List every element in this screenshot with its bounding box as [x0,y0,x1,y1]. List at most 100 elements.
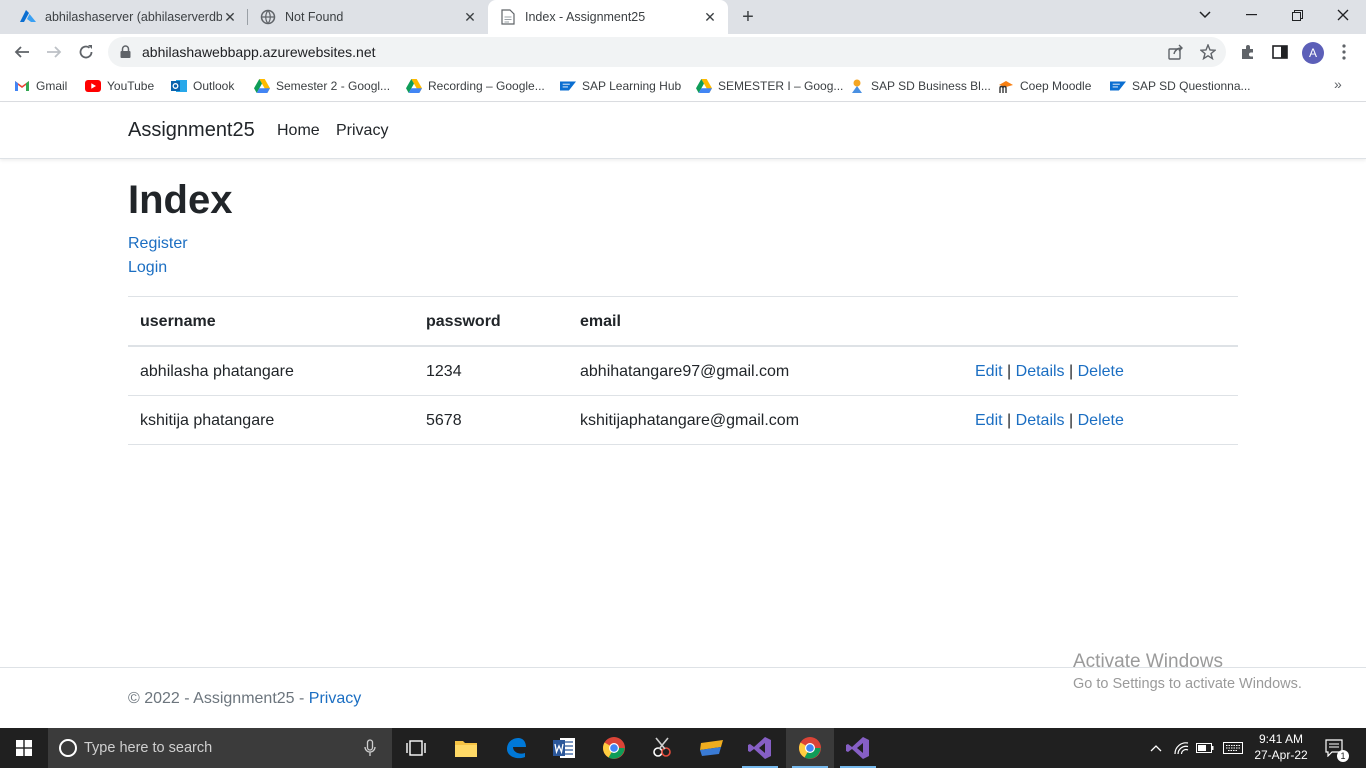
keyboard-icon[interactable] [1220,728,1246,768]
separator: | [1007,363,1016,380]
bookmark-coep-moodle[interactable]: Coep Moodle [998,76,1091,96]
search-placeholder: Type here to search [84,740,213,756]
page-title: Index [128,178,233,222]
table-header-row: username password email [128,297,1238,347]
profile-avatar[interactable]: A [1302,42,1324,64]
youtube-icon [85,78,101,94]
bookmark-gmail[interactable]: Gmail [14,76,67,96]
bookmark-label: SEMESTER I – Goog... [718,79,844,93]
gmail-icon [14,78,30,94]
row-actions: Edit | Details | Delete [975,363,1124,381]
show-hidden-icons-chevron-icon[interactable] [1146,728,1166,768]
forward-arrow-icon[interactable] [40,38,68,66]
bookmark-outlook[interactable]: Outlook [171,76,234,96]
bookmark-semester-2[interactable]: Semester 2 - Googl... [254,76,390,96]
delete-link[interactable]: Delete [1078,363,1124,380]
bookmark-star-icon[interactable] [1198,42,1218,62]
google-drive-icon [406,78,422,94]
site-brand[interactable]: Assignment25 [128,119,255,142]
tab-title: abhilashaserver (abhilaserverdbserver) [45,10,222,24]
edit-link[interactable]: Edit [975,412,1003,429]
bookmark-youtube[interactable]: YouTube [85,76,154,96]
cell-email: kshitijaphatangare@gmail.com [580,412,800,429]
microphone-icon[interactable] [364,739,376,762]
snipping-tool-icon[interactable] [638,728,686,768]
bookmark-semester-1[interactable]: SEMESTER I – Goog... [696,76,843,96]
watermark-title: Activate Windows [1073,651,1223,672]
side-panel-icon[interactable] [1266,38,1294,66]
table-row: abhilasha phatangare 1234 abhihatangare9… [128,347,1238,396]
delete-link[interactable]: Delete [1078,412,1124,429]
nav-privacy[interactable]: Privacy [336,122,388,140]
restore-icon[interactable] [1274,0,1320,30]
users-table: username password email abhilasha phatan… [128,296,1238,445]
taskbar-search-box[interactable]: Type here to search [48,728,392,768]
close-tab-icon[interactable]: ✕ [702,9,718,25]
visual-studio-icon[interactable] [736,728,784,768]
cell-username: abhilasha phatangare [140,363,294,380]
clock-time: 9:41 AM [1258,732,1304,746]
minimize-icon[interactable] [1228,0,1274,30]
browser-tab[interactable]: abhilashaserver (abhilaserverdbserver) ✕ [8,0,248,34]
windows-start-icon[interactable] [0,728,48,768]
address-bar[interactable]: abhilashawebbapp.azurewebsites.net [108,37,1226,67]
tab-title: Not Found [285,10,344,24]
chrome-icon-active[interactable] [786,728,834,768]
nav-home[interactable]: Home [277,122,320,140]
lock-icon[interactable] [120,45,131,63]
visual-studio-icon[interactable] [834,728,882,768]
extensions-puzzle-icon[interactable] [1234,38,1262,66]
menu-kebab-icon[interactable] [1330,38,1358,66]
close-tab-icon[interactable]: ✕ [462,9,478,25]
google-drive-icon [696,78,712,94]
bookmark-label: SAP Learning Hub [582,79,682,93]
back-arrow-icon[interactable] [8,38,36,66]
browser-tab[interactable]: Not Found ✕ [248,0,488,34]
reload-icon[interactable] [72,38,100,66]
windows-taskbar: Type here to search 9:41 AM 27-Apr-22 1 [0,728,1366,768]
bookmark-sap-sd-questionnaire[interactable]: SAP SD Questionna... [1110,76,1251,96]
notification-badge: 1 [1337,750,1349,762]
file-explorer-icon[interactable] [442,728,490,768]
register-link[interactable]: Register [128,235,188,253]
google-drive-icon [254,78,270,94]
bookmark-sap-sd-blog[interactable]: SAP SD Business Bl... [849,76,991,96]
column-header-password: password [426,313,501,330]
edit-link[interactable]: Edit [975,363,1003,380]
tab-search-chevron-icon[interactable] [1182,0,1228,30]
more-bookmarks-chevron-icon[interactable]: » [1334,76,1342,92]
table-row: kshitija phatangare 5678 kshitijaphatang… [128,396,1238,445]
cell-email: abhihatangare97@gmail.com [580,363,790,380]
moodle-icon [998,78,1014,94]
taskbar-clock[interactable]: 9:41 AM 27-Apr-22 [1250,731,1312,763]
details-link[interactable]: Details [1016,412,1065,429]
bookmark-label: SAP SD Business Bl... [871,79,991,93]
task-view-icon[interactable] [392,728,440,768]
new-tab-button[interactable]: + [736,5,760,29]
chrome-icon[interactable] [590,728,638,768]
browser-tab-strip: abhilashaserver (abhilaserverdbserver) ✕… [0,0,1366,34]
close-window-icon[interactable] [1320,0,1366,30]
sap-logon-icon[interactable] [688,728,736,768]
close-tab-icon[interactable]: ✕ [222,9,238,25]
share-icon[interactable] [1166,42,1186,62]
details-link[interactable]: Details [1016,363,1065,380]
blog-icon [849,78,865,94]
browser-tab-active[interactable]: Index - Assignment25 ✕ [488,0,728,34]
notifications-icon[interactable]: 1 [1320,728,1350,768]
bookmark-label: YouTube [107,79,155,93]
battery-icon[interactable] [1194,728,1216,768]
watermark-subtitle: Go to Settings to activate Windows. [1073,676,1302,692]
footer-privacy-link[interactable]: Privacy [309,690,361,707]
bookmark-recording[interactable]: Recording – Google... [406,76,545,96]
clock-date: 27-Apr-22 [1254,748,1308,762]
azure-icon [20,9,36,25]
edge-icon[interactable] [492,728,540,768]
bookmark-sap-learning-hub[interactable]: SAP Learning Hub [560,76,681,96]
separator: | [1069,412,1078,429]
word-icon[interactable] [540,728,588,768]
login-link[interactable]: Login [128,259,167,277]
bookmark-label: Semester 2 - Googl... [276,79,391,93]
url-text[interactable]: abhilashawebbapp.azurewebsites.net [142,44,376,60]
network-icon[interactable] [1170,728,1192,768]
